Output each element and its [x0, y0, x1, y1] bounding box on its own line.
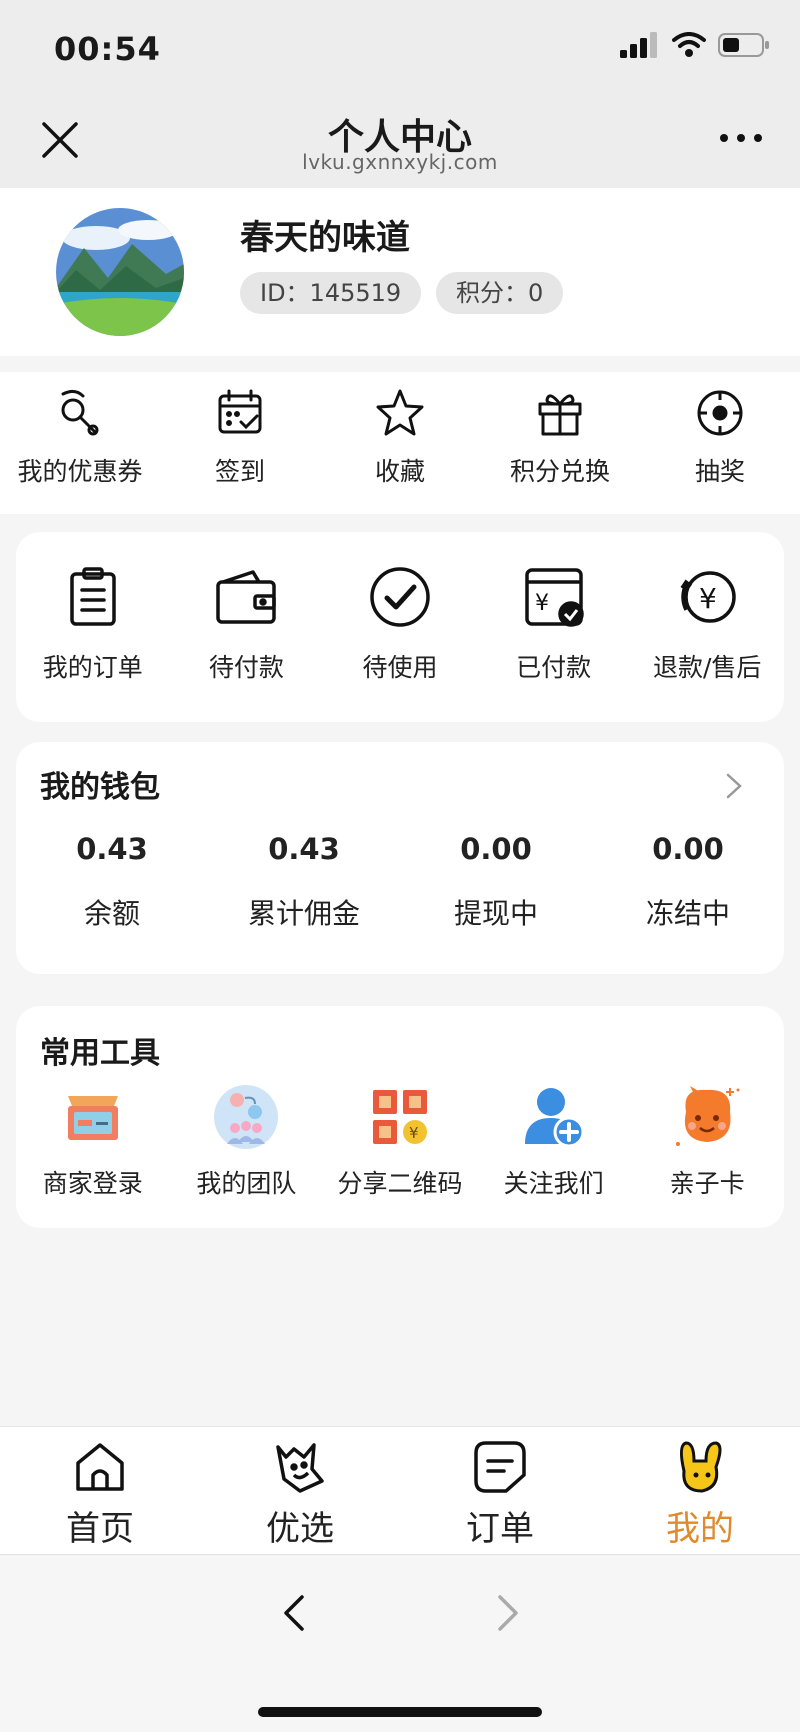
tab-bar: 首页 优选 订单 我的 — [0, 1426, 800, 1554]
calendar-check-icon — [218, 389, 262, 434]
pending-payment-label: 待付款 — [208, 653, 284, 682]
paid-label: 已付款 — [516, 653, 592, 682]
wallet-icon — [216, 570, 277, 624]
merchant-box-icon — [67, 1096, 118, 1140]
bunny-icon — [679, 1441, 722, 1493]
favorites-button[interactable]: 收藏 — [320, 372, 480, 514]
tab-label: 订单 — [466, 1509, 534, 1549]
svg-text:¥: ¥ — [409, 1124, 419, 1142]
tab-mine[interactable]: 我的 — [600, 1427, 800, 1554]
wallet-value: 0.00 — [460, 832, 532, 866]
follow-us-button[interactable]: 关注我们 — [477, 1082, 631, 1200]
team-icon — [214, 1085, 279, 1149]
user-id-badge: ID：145519 — [240, 272, 422, 314]
wallet-label: 提现中 — [453, 897, 538, 930]
wallet-frozen[interactable]: 0.00 冻结中 — [592, 832, 784, 932]
pending-use-button[interactable]: 待使用 — [323, 532, 477, 722]
checkin-button[interactable]: 签到 — [160, 372, 320, 514]
nav-bar: 个人中心 lvku.gxnnxykj.com — [0, 90, 800, 188]
points-exchange-label: 积分兑换 — [509, 457, 610, 486]
share-qr-button[interactable]: ¥ 分享二维码 — [323, 1082, 477, 1200]
paid-button[interactable]: ¥ 已付款 — [477, 532, 631, 722]
coupons-label: 我的优惠券 — [17, 457, 143, 486]
tab-label: 优选 — [266, 1509, 334, 1549]
home-indicator — [258, 1707, 542, 1717]
coupon-icon — [61, 389, 99, 436]
status-bar: 00:54 — [0, 0, 800, 90]
checkin-label: 签到 — [214, 457, 265, 486]
points-badge: 积分：0 — [436, 272, 564, 314]
chevron-right-icon[interactable] — [724, 772, 744, 800]
smile-bag-icon — [276, 1443, 324, 1493]
wallet-label: 冻结中 — [645, 897, 730, 930]
lottery-label: 抽奖 — [694, 457, 745, 486]
tab-label: 我的 — [666, 1509, 734, 1549]
kid-face-icon — [676, 1086, 740, 1146]
forward-arrow-icon[interactable] — [496, 1593, 520, 1633]
wallet-commission[interactable]: 0.43 累计佣金 — [208, 832, 400, 932]
status-icons — [620, 32, 770, 58]
refund-icon: ¥ — [680, 571, 736, 623]
refund-button[interactable]: ¥ 退款/售后 — [630, 532, 784, 722]
signal-icon — [620, 32, 657, 58]
star-icon — [376, 389, 424, 436]
avatar[interactable] — [56, 208, 184, 336]
browser-toolbar — [0, 1554, 800, 1732]
tools-title: 常用工具 — [40, 1036, 160, 1071]
my-orders-button[interactable]: 我的订单 — [16, 532, 170, 722]
clipboard-icon — [70, 567, 116, 626]
quick-actions: 我的优惠券 签到 收藏 积分兑换 抽奖 — [0, 372, 800, 514]
kids-card-label: 亲子卡 — [669, 1169, 745, 1198]
wifi-icon — [672, 32, 706, 57]
follow-user-icon — [524, 1088, 585, 1148]
orders-card: 我的订单 待付款 待使用 ¥ 已付款 ¥ 退款/售后 — [16, 532, 784, 722]
tab-label: 首页 — [66, 1509, 134, 1549]
tab-home[interactable]: 首页 — [0, 1427, 200, 1554]
back-arrow-icon[interactable] — [282, 1593, 306, 1633]
home-icon — [76, 1443, 124, 1491]
tab-orders[interactable]: 订单 — [400, 1427, 600, 1554]
page-domain: lvku.gxnnxykj.com — [302, 150, 498, 174]
pending-use-label: 待使用 — [362, 653, 438, 682]
battery-icon — [718, 33, 769, 57]
wallet-card[interactable]: 我的钱包 0.43 余额 0.43 累计佣金 0.00 提现中 0.00 冻结中 — [16, 742, 784, 974]
merchant-login-label: 商家登录 — [42, 1169, 143, 1198]
avatar-landscape-icon — [56, 208, 184, 336]
wallet-label: 余额 — [83, 897, 140, 930]
qr-share-icon: ¥ — [372, 1090, 427, 1144]
more-icon[interactable] — [718, 130, 764, 146]
check-circle-icon — [370, 567, 430, 627]
favorites-label: 收藏 — [374, 457, 425, 486]
pending-payment-button[interactable]: 待付款 — [170, 532, 324, 722]
coupons-button[interactable]: 我的优惠券 — [0, 372, 160, 514]
svg-text:¥: ¥ — [535, 591, 549, 616]
wallet-label: 累计佣金 — [247, 897, 360, 930]
kids-card-button[interactable]: 亲子卡 — [630, 1082, 784, 1200]
my-orders-label: 我的订单 — [42, 653, 143, 682]
follow-us-label: 关注我们 — [503, 1169, 604, 1198]
user-name: 春天的味道 — [240, 218, 410, 258]
wallet-balance[interactable]: 0.43 余额 — [16, 832, 208, 932]
profile-card: 春天的味道 ID：145519 积分：0 — [0, 188, 800, 356]
wallet-value: 0.43 — [76, 832, 148, 866]
svg-text:¥: ¥ — [699, 582, 717, 615]
wallet-value: 0.00 — [652, 832, 724, 866]
my-team-button[interactable]: 我的团队 — [170, 1082, 324, 1200]
wallet-title: 我的钱包 — [40, 770, 160, 805]
tools-card: 常用工具 商家登录 我的团队 ¥ 分享二维码 关注我们 亲子卡 — [16, 1006, 784, 1228]
wallet-withdrawing[interactable]: 0.00 提现中 — [400, 832, 592, 932]
my-team-label: 我的团队 — [196, 1169, 297, 1198]
refund-label: 退款/售后 — [652, 653, 762, 682]
lottery-button[interactable]: 抽奖 — [640, 372, 800, 514]
merchant-login-button[interactable]: 商家登录 — [16, 1082, 170, 1200]
paid-card-icon: ¥ — [524, 568, 584, 627]
share-qr-label: 分享二维码 — [337, 1169, 463, 1198]
status-time: 00:54 — [54, 30, 161, 68]
points-exchange-button[interactable]: 积分兑换 — [480, 372, 640, 514]
order-list-icon — [474, 1441, 526, 1493]
lottery-wheel-icon — [697, 390, 743, 436]
tab-featured[interactable]: 优选 — [200, 1427, 400, 1554]
wallet-value: 0.43 — [268, 832, 340, 866]
gift-icon — [538, 394, 582, 436]
